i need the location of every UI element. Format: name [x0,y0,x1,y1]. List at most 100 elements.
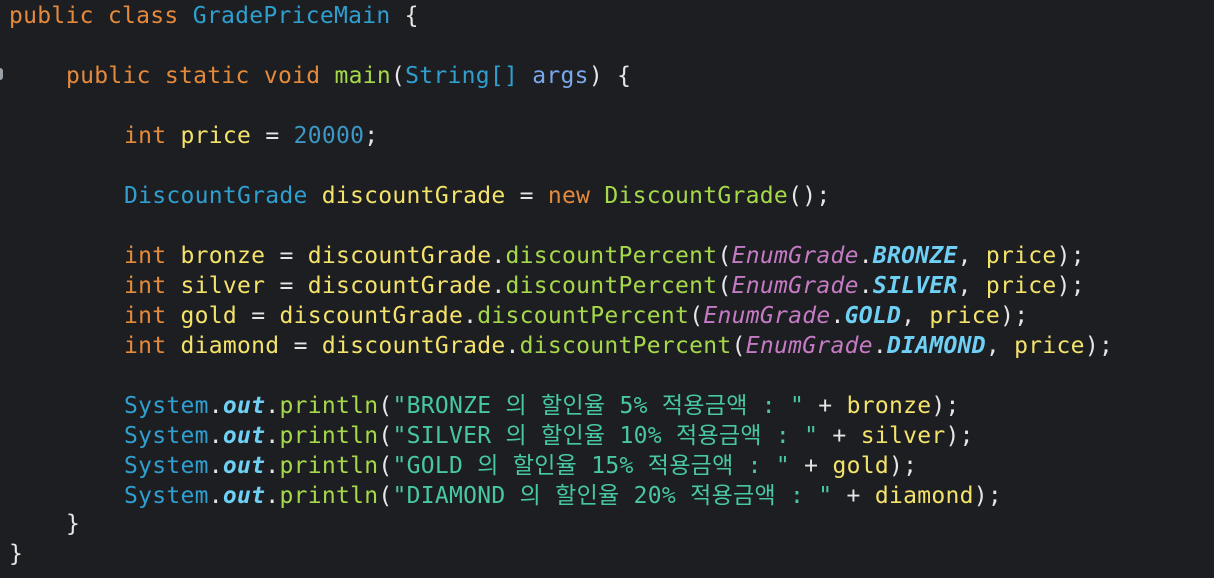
paren-close: ); [1084,333,1114,359]
println-call: println [279,393,379,419]
enum-class: EnumGrade [745,333,873,359]
keyword-static: static [164,63,250,89]
dot: . [208,483,223,509]
keyword-public: public [9,3,94,29]
dot: . [208,423,223,449]
object-ref: discountGrade [307,243,492,269]
paren-close: ) [588,63,603,89]
out-field: out [222,423,266,449]
out-field: out [222,393,266,419]
enum-class: EnumGrade [731,273,859,299]
var-name: silver [180,273,266,299]
println-call: println [279,483,379,509]
paren-close: ); [945,423,974,449]
comma: , [901,303,916,329]
type-int: int [124,243,167,269]
paren-close: ); [1056,243,1085,269]
arg-price: price [985,273,1057,299]
keyword-class: class [107,3,179,29]
out-field: out [222,453,266,479]
code-line-silver: int silver = discountGrade.discountPerce… [0,271,1085,301]
var-ref: silver [860,423,946,449]
type-int: int [124,303,167,329]
method-call: discountPercent [505,273,718,299]
dot: . [463,303,478,329]
open-brace: { [617,63,632,89]
dot: . [491,243,506,269]
code-editor[interactable]: public class GradePriceMain { public sta… [0,0,1214,578]
string-literal: "BRONZE 의 할인율 5% 적용금액 : " [392,393,805,419]
paren-open: ( [689,303,704,329]
close-brace: } [9,541,24,567]
paren-open: ( [378,393,393,419]
arg-price: price [929,303,1001,329]
type-int: int [124,273,167,299]
operator-assign: = [293,333,308,359]
var-name: gold [180,303,238,329]
object-ref: discountGrade [321,333,506,359]
paren-close: ); [1056,273,1085,299]
enum-class: EnumGrade [703,303,831,329]
dot: . [858,273,873,299]
println-call: println [279,453,379,479]
keyword-public: public [66,63,151,89]
code-line-print-gold: System.out.println("GOLD 의 할인율 15% 적용금액 … [0,451,917,481]
operator-plus: + [804,453,819,479]
code-line-close-method: } [0,509,80,539]
dot: . [830,303,845,329]
paren-close: ); [931,393,960,419]
var-ref: gold [832,453,889,479]
enum-class: EnumGrade [731,243,859,269]
code-line-bronze: int bronze = discountGrade.discountPerce… [0,241,1085,271]
enum-constant: SILVER [872,273,958,299]
var-name: bronze [180,243,266,269]
close-brace: } [66,511,81,537]
paren-open: ( [378,453,393,479]
string-literal: "SILVER 의 할인율 10% 적용금액 : " [392,423,819,449]
paren-open: ( [731,333,746,359]
var-ref: diamond [874,483,974,509]
code-line-print-bronze: System.out.println("BRONZE 의 할인율 5% 적용금액… [0,391,960,421]
arg-price: price [985,243,1057,269]
enum-constant: BRONZE [872,243,958,269]
method-name-main: main [334,63,391,89]
system-class: System [124,423,209,449]
var-price: price [180,123,252,149]
dot: . [265,483,280,509]
type-int: int [124,123,167,149]
operator-assign: = [265,123,280,149]
code-line-diamond: int diamond = discountGrade.discountPerc… [0,331,1113,361]
code-line-price: int price = 20000; [0,121,378,151]
semicolon: ; [364,123,379,149]
paren-open: ( [378,483,393,509]
arg-price: price [1014,333,1085,359]
paren-close: ); [888,453,918,479]
enum-constant: DIAMOND [887,333,986,359]
code-line-close-class: } [0,539,23,569]
dot: . [265,453,280,479]
number-literal: 20000 [293,123,365,149]
out-field: out [222,483,266,509]
operator-plus: + [818,393,833,419]
operator-plus: + [832,423,847,449]
operator-assign: = [279,243,294,269]
keyword-new: new [547,183,591,209]
var-ref: bronze [846,393,932,419]
var-discount-grade: discountGrade [321,183,506,209]
code-line-gold: int gold = discountGrade.discountPercent… [0,301,1028,331]
param-name: args [532,63,589,89]
constructor-name: DiscountGrade [604,183,789,209]
type-discount-grade: DiscountGrade [124,183,308,209]
code-line-class-decl: public class GradePriceMain { [0,1,419,31]
dot: . [872,333,887,359]
object-ref: discountGrade [307,273,492,299]
enum-constant: GOLD [844,303,902,329]
system-class: System [124,483,209,509]
paren-close: ); [1000,303,1029,329]
paren-open: ( [390,63,406,89]
system-class: System [124,393,209,419]
comma: , [985,333,1001,359]
dot: . [858,243,873,269]
operator-assign: = [519,183,534,209]
operator-plus: + [846,483,861,509]
